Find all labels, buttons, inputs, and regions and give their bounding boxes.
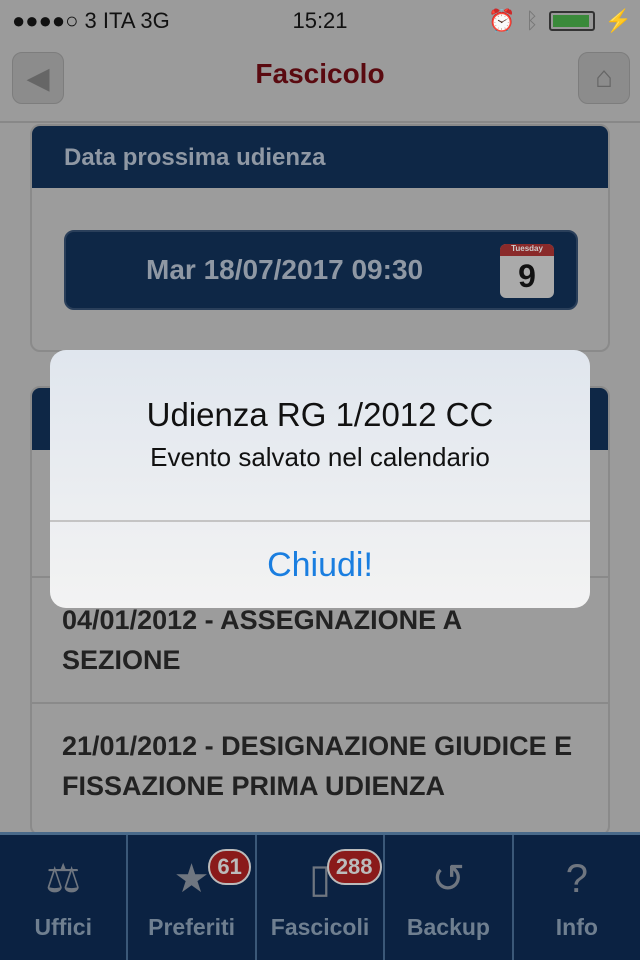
- alarm-icon: ⏰: [487, 8, 516, 33]
- close-button[interactable]: Chiudi!: [50, 522, 590, 608]
- charging-icon: ⚡: [604, 8, 632, 33]
- next-hearing-card: Data prossima udienza Mar 18/07/2017 09:…: [30, 124, 610, 352]
- home-icon: ⌂: [594, 61, 614, 94]
- battery-icon: [548, 11, 595, 31]
- badge: 61: [208, 849, 251, 885]
- tab-uffici[interactable]: ⚖ Uffici: [0, 835, 129, 960]
- badge: 288: [326, 849, 382, 885]
- calendar-icon: Tuesday 9: [500, 244, 554, 298]
- scales-icon: ⚖: [45, 857, 82, 901]
- bluetooth-icon: ᛒ: [525, 8, 539, 33]
- list-item[interactable]: 21/01/2012 - DESIGNAZIONE GIUDICE E FISS…: [32, 702, 608, 828]
- hearing-date-button[interactable]: Mar 18/07/2017 09:30 Tuesday 9: [64, 230, 578, 310]
- tab-info[interactable]: ? Info: [514, 835, 640, 960]
- home-button[interactable]: ⌂: [578, 52, 630, 104]
- card-header: Data prossima udienza: [32, 126, 608, 188]
- alert-dialog: Udienza RG 1/2012 CC Evento salvato nel …: [50, 350, 590, 608]
- nav-bar: ◀ Fascicolo ⌂: [0, 40, 640, 123]
- history-icon: ↺: [431, 857, 466, 901]
- alert-message: Evento salvato nel calendario: [150, 442, 490, 472]
- page-title: Fascicolo: [255, 58, 385, 89]
- status-bar: ●●●●○ 3 ITA 3G 15:21 ⏰ ᛒ ⚡: [0, 0, 640, 40]
- tab-bar: ⚖ Uffici ★ 61 Preferiti ▯ 288 Fascicoli ↺ Back…: [0, 832, 640, 960]
- tab-preferiti[interactable]: ★ 61 Preferiti: [128, 835, 257, 960]
- tab-fascicoli[interactable]: ▯ 288 Fascicoli: [257, 835, 386, 960]
- star-icon: ★: [173, 857, 210, 901]
- tab-backup[interactable]: ↺ Backup: [385, 835, 514, 960]
- help-icon: ?: [565, 857, 588, 901]
- alert-title: Udienza RG 1/2012 CC: [146, 396, 494, 433]
- hearing-date: Mar 18/07/2017 09:30: [146, 254, 424, 285]
